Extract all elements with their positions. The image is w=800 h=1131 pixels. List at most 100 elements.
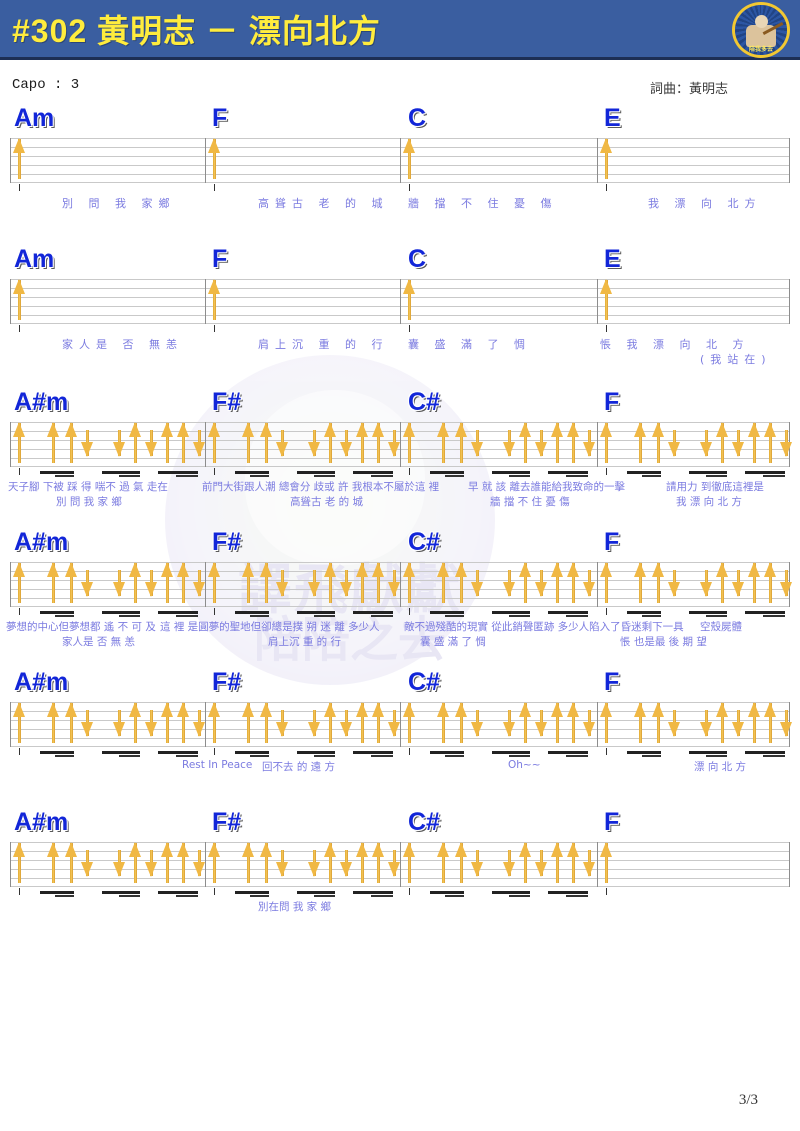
beat-tick [19, 888, 20, 895]
strum-up-arrow [403, 562, 415, 603]
barline [400, 279, 401, 324]
strum-up-arrow [260, 422, 272, 463]
chord-symbol[interactable]: F [604, 668, 619, 697]
arrow-head [177, 422, 189, 437]
strum-up-arrow [13, 279, 25, 320]
arrow-head [356, 702, 368, 717]
chord-symbol[interactable]: Am [14, 104, 54, 133]
strum-up-arrow [600, 422, 612, 463]
chord-symbol[interactable]: C [408, 104, 426, 133]
strum-down-arrow [308, 710, 320, 737]
chord-symbol[interactable]: F [212, 104, 227, 133]
beam-bar-secondary [314, 615, 335, 617]
beat-tick [606, 608, 607, 615]
beam-bar [353, 611, 393, 614]
lyric-text: 牆 擋 不 住 憂 傷 [490, 496, 570, 508]
arrow-head [503, 442, 515, 457]
barline [789, 279, 790, 324]
strum-down-arrow [668, 430, 680, 457]
chord-symbol[interactable]: F [604, 528, 619, 557]
arrow-head [145, 442, 157, 457]
strum-up-arrow [47, 842, 59, 883]
strum-up-arrow [455, 702, 467, 743]
strum-up-arrow [161, 562, 173, 603]
beam-bar [297, 471, 335, 474]
chord-symbol[interactable]: F [604, 388, 619, 417]
strum-up-arrow [403, 842, 415, 883]
strum-up-arrow [208, 422, 220, 463]
arrow-head [208, 422, 220, 437]
lyric-line: 夢想的中心但夢想都 遙 不 可 及這 裡 是圓夢的聖地但卻總是撲 朔 迷 離 多… [0, 619, 800, 634]
strum-up-arrow [242, 422, 254, 463]
strum-down-arrow [780, 570, 792, 597]
arrow-head [600, 422, 612, 437]
strum-down-arrow [276, 430, 288, 457]
strum-up-arrow [177, 422, 189, 463]
chord-symbol[interactable]: C [408, 245, 426, 274]
strum-up-arrow [748, 422, 760, 463]
beam-bar [102, 751, 140, 754]
strum-up-arrow [47, 702, 59, 743]
strum-down-arrow [340, 710, 352, 737]
chord-symbol[interactable]: E [604, 104, 621, 133]
chord-symbol[interactable]: E [604, 245, 621, 274]
arrow-head [403, 562, 415, 577]
strum-down-arrow [388, 710, 400, 737]
strum-down-arrow [503, 710, 515, 737]
arrow-head [748, 702, 760, 717]
strum-up-arrow [403, 422, 415, 463]
barline [205, 562, 206, 607]
chord-symbol[interactable]: A#m [14, 668, 68, 697]
strum-down-arrow [700, 430, 712, 457]
arrow-head [276, 442, 288, 457]
arrow-head [161, 422, 173, 437]
strum-down-arrow [308, 570, 320, 597]
beam-bar [235, 471, 269, 474]
chord-symbol[interactable]: A#m [14, 528, 68, 557]
barline [400, 422, 401, 467]
chord-symbol[interactable]: C# [408, 668, 440, 697]
beat-tick [409, 325, 410, 332]
strum-up-arrow [13, 422, 25, 463]
chord-symbol[interactable]: C# [408, 808, 440, 837]
chord-symbol[interactable]: F# [212, 388, 241, 417]
beam-bar [158, 471, 198, 474]
staff-system: Am F C E 別 問 我 家鄉 高聳古 老 的 城 牆 擋 不 住 憂 傷 我 漂 向 北… [0, 104, 800, 225]
strum-down-arrow [145, 710, 157, 737]
chord-symbol[interactable]: F [212, 245, 227, 274]
beat-tick [606, 468, 607, 475]
beat-tick [409, 468, 410, 475]
arrow-head [732, 582, 744, 597]
strum-down-arrow [471, 570, 483, 597]
chord-symbol[interactable]: F# [212, 808, 241, 837]
arrow-head [535, 722, 547, 737]
beam-bar [492, 891, 530, 894]
lyric-text: 請用力 到徹底這裡是 [666, 481, 764, 493]
barline [10, 279, 11, 324]
chord-symbol[interactable]: C# [408, 528, 440, 557]
chord-symbol[interactable]: F# [212, 528, 241, 557]
beam-bar-secondary [445, 895, 464, 897]
chord-row: A#m F# C# F [0, 388, 800, 418]
chord-symbol[interactable]: A#m [14, 808, 68, 837]
chord-symbol[interactable]: A#m [14, 388, 68, 417]
arrow-head [403, 842, 415, 857]
chord-symbol[interactable]: F [604, 808, 619, 837]
barline [205, 702, 206, 747]
beam-bar [745, 611, 785, 614]
strum-down-arrow [340, 570, 352, 597]
strum-up-arrow [519, 562, 531, 603]
beam-bar [689, 751, 727, 754]
beam-bar-secondary [706, 615, 727, 617]
page-title: #302 黃明志 － 漂向北方 [12, 13, 381, 49]
chord-symbol[interactable]: Am [14, 245, 54, 274]
lyric-text: 肩上沉 重 的 行 [268, 636, 342, 648]
chord-symbol[interactable]: F# [212, 668, 241, 697]
arrow-head [652, 422, 664, 437]
beat-tick [409, 748, 410, 755]
tab-staff [10, 136, 790, 184]
barline [10, 562, 11, 607]
arrow-head [583, 722, 595, 737]
beam-bar-secondary [55, 895, 74, 897]
chord-symbol[interactable]: C# [408, 388, 440, 417]
